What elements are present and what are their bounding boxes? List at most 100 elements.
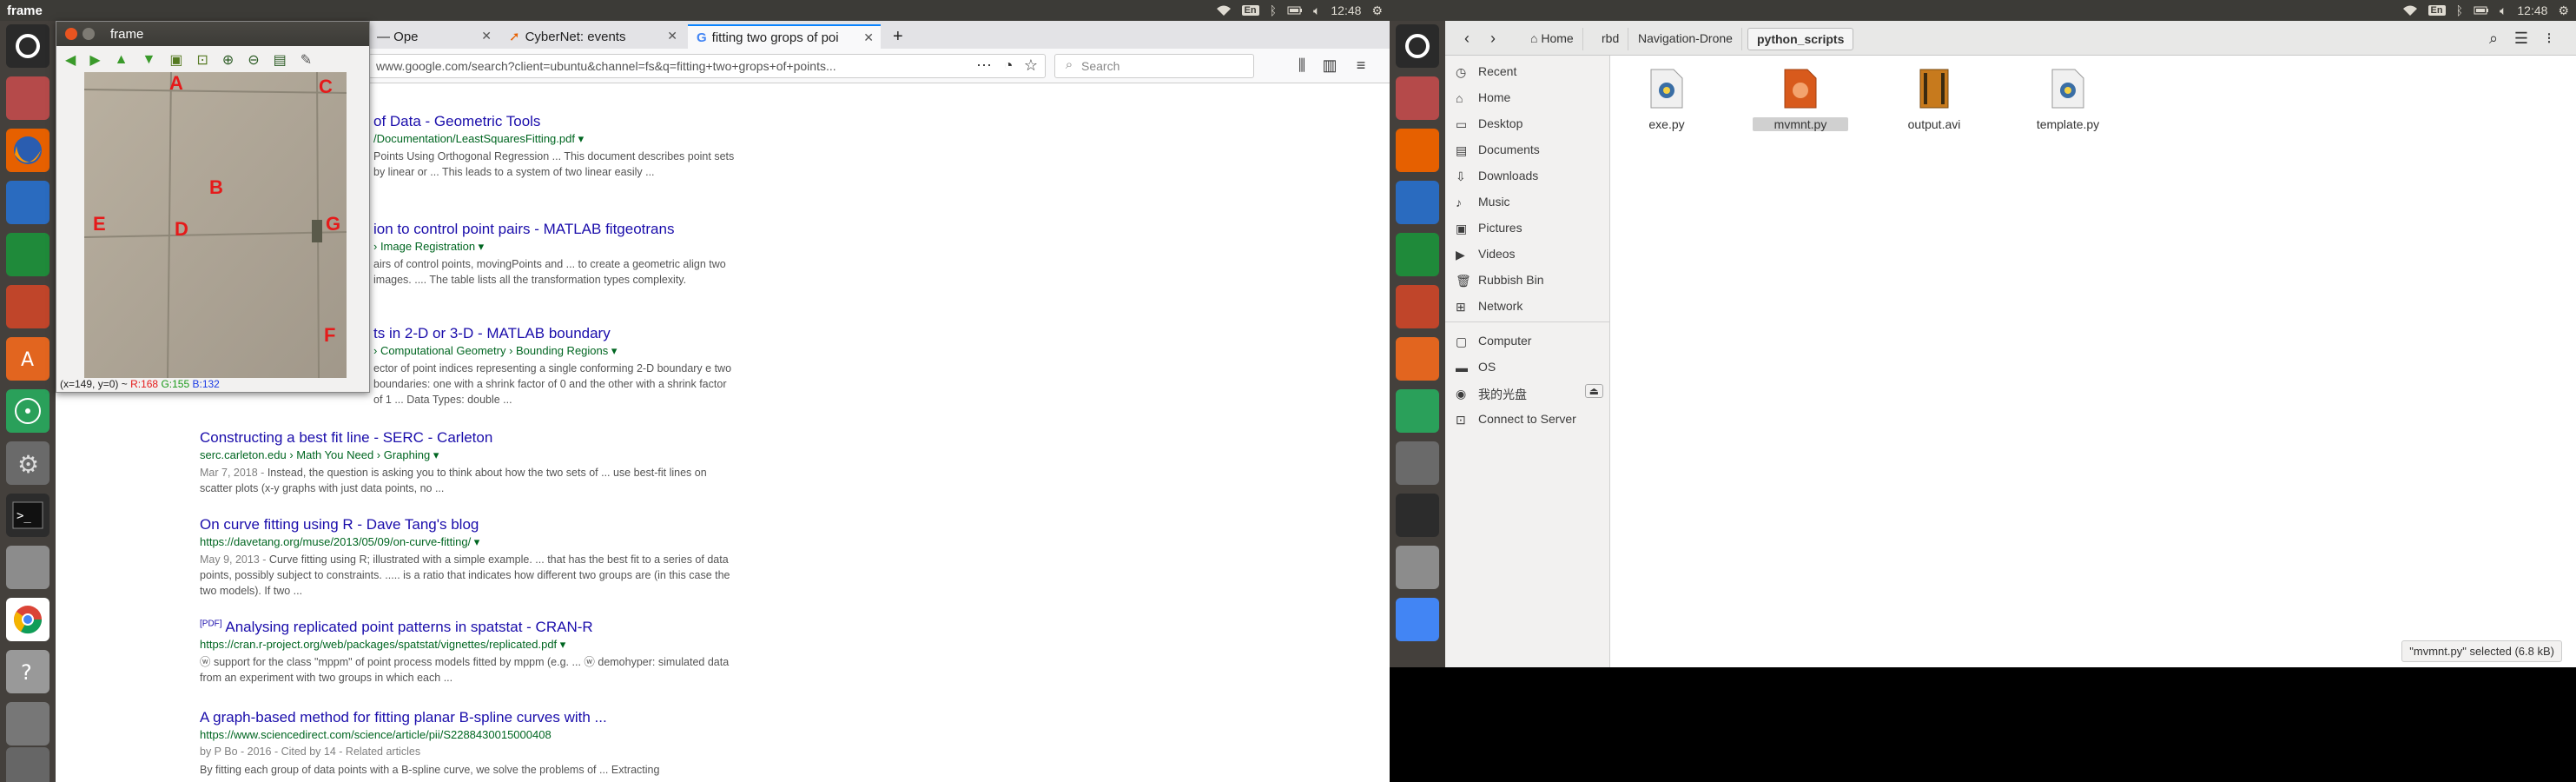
tab-1[interactable]: — Ope ✕ [368,24,499,49]
close-icon[interactable]: ✕ [481,29,492,43]
sidebar-item-recent[interactable]: ◷ Recent [1445,59,1610,83]
zoom-in-icon[interactable]: ⊕ [222,51,234,69]
bookmark-star-icon[interactable]: ☆ [1021,56,1040,75]
url-bar[interactable]: www.google.com/search?client=ubuntu&chan… [368,54,1046,78]
software-center-icon[interactable] [1396,337,1439,381]
search-input[interactable]: Search [1054,54,1254,78]
breadcrumb-rbd[interactable]: rbd [1593,28,1629,50]
atom-icon[interactable] [1396,389,1439,433]
impress-icon[interactable] [6,285,50,328]
chrome-icon[interactable] [1396,598,1439,641]
calc-icon[interactable] [1396,233,1439,276]
file-item[interactable]: exe.py [1619,68,1714,131]
settings-gear-icon[interactable]: ⚙ [1371,3,1383,18]
impress-icon[interactable] [1396,285,1439,328]
text-editor-icon[interactable] [6,546,50,589]
wifi-icon[interactable] [2402,4,2418,17]
terminal-icon[interactable] [1396,494,1439,537]
sidebar-item-os[interactable]: ▬ OS [1445,355,1610,379]
sidebar-item-desktop[interactable]: ▭ Desktop [1445,111,1610,136]
minimize-window-icon[interactable] [83,28,95,40]
bluetooth-icon[interactable]: ᛒ [1270,3,1277,17]
arrow-down-icon[interactable]: ▼ [142,52,155,68]
close-icon[interactable]: ✕ [667,29,677,43]
sidebar-item-downloads[interactable]: ⇩ Downloads [1445,163,1610,188]
battery-icon[interactable] [2474,4,2489,17]
back-icon[interactable]: ‹ [1457,29,1476,48]
volume-icon[interactable]: 🔈︎ [1313,3,1320,18]
wifi-icon[interactable] [1216,4,1232,17]
result-title[interactable]: of Data - Geometric Tools [373,113,964,130]
close-window-icon[interactable] [65,28,77,40]
breadcrumb-python-scripts[interactable]: python_scripts [1747,28,1854,50]
dash-icon[interactable] [1396,24,1439,68]
result-title[interactable]: On curve fitting using R - Dave Tang's b… [200,516,790,533]
forward-icon[interactable]: › [1483,29,1503,48]
sidebar-item-connect-server[interactable]: ⊡ Connect to Server [1445,407,1610,431]
system-settings-icon[interactable]: ⚙ [6,441,50,485]
sidebar-item-home[interactable]: ⌂ Home [1445,85,1610,109]
sidebar-item-documents[interactable]: ▤ Documents [1445,137,1610,162]
clock[interactable]: 12:48 [1331,3,1361,17]
zoom-out-icon[interactable]: ⊖ [248,51,259,69]
sidebar-item-rubbish-bin[interactable]: 🗑︎ Rubbish Bin [1445,268,1610,292]
keyboard-layout-indicator[interactable]: En [2427,5,2446,16]
properties-icon[interactable]: ✎ [301,51,312,69]
files-app-icon[interactable] [1396,76,1439,120]
close-icon[interactable]: ✕ [863,30,874,45]
result-title[interactable]: A graph-based method for fitting planar … [200,709,790,726]
arrow-up-icon[interactable]: ▲ [115,52,129,68]
settings-gear-icon[interactable]: ⚙ [2558,3,2569,18]
sidebar-item-network[interactable]: ⊞ Network [1445,294,1610,318]
drive-icon[interactable] [6,702,50,746]
sidebar-item-computer[interactable]: ▢ Computer [1445,328,1610,353]
tab-3-active[interactable]: G fitting two grops of poi ✕ [688,24,881,49]
new-tab-button[interactable]: + [888,24,910,49]
help-icon[interactable]: ? [6,650,50,693]
bluetooth-icon[interactable]: ᛒ [2456,3,2463,17]
eject-icon[interactable]: ⏏ [1584,384,1603,398]
frame-titlebar[interactable]: frame [56,22,369,46]
writer-icon[interactable] [6,181,50,224]
result-title[interactable]: Constructing a best fit line - SERC - Ca… [200,429,790,447]
result-title[interactable]: Analysing replicated point patterns in s… [225,619,592,635]
result-title[interactable]: ion to control point pairs - MATLAB fitg… [373,221,964,238]
result-url[interactable]: › Image Registration ▾ [373,240,964,254]
result-url[interactable]: https://cran.r-project.org/web/packages/… [200,638,790,652]
breadcrumb-navigation-drone[interactable]: Navigation-Drone [1629,28,1742,50]
tab-2[interactable]: ➚ CyberNet: events ✕ [500,24,684,49]
writer-icon[interactable] [1396,181,1439,224]
arrow-left-icon[interactable]: ◀ [65,51,76,69]
list-view-icon[interactable]: ☰ [2512,29,2531,48]
pocket-icon[interactable]: ◔ [999,56,1018,75]
chrome-icon[interactable] [6,598,50,641]
menu-icon[interactable]: ≡ [1351,56,1371,75]
page-actions-icon[interactable]: ⋯ [974,56,994,75]
search-icon[interactable]: ⌕ [2484,29,2503,48]
battery-icon[interactable] [1287,4,1303,17]
sidebar-item-music[interactable]: ♪ Music [1445,189,1610,214]
result-title[interactable]: ts in 2-D or 3-D - MATLAB boundary [373,325,964,342]
frame-image[interactable]: A B C D E F G [84,72,347,378]
calc-icon[interactable] [6,233,50,276]
image-icon[interactable]: ▣ [169,51,182,69]
library-icon[interactable]: ⫼ [1292,56,1311,75]
save-icon[interactable]: ▤ [274,51,287,69]
sidebar-item-videos[interactable]: ▶ Videos [1445,242,1610,266]
sidebar-item-pictures[interactable]: ▣ Pictures [1445,215,1610,240]
sidebar-item-disc[interactable]: ◉ 我的光盘 ⏏ [1445,381,1610,405]
dash-icon[interactable] [6,24,50,68]
system-settings-icon[interactable] [1396,441,1439,485]
result-url[interactable]: › Computational Geometry › Bounding Regi… [373,344,964,358]
clock[interactable]: 12:48 [2517,3,2547,17]
file-item[interactable]: template.py [2020,68,2116,131]
text-editor-icon[interactable] [1396,546,1439,589]
result-url[interactable]: serc.carleton.edu › Math You Need › Grap… [200,448,790,462]
file-item-selected[interactable]: mvmnt.py [1753,68,1848,131]
result-url[interactable]: /Documentation/LeastSquaresFitting.pdf ▾ [373,132,964,146]
result-url[interactable]: https://www.sciencedirect.com/science/ar… [200,728,790,741]
breadcrumb-home[interactable]: ⌂ Home [1522,28,1583,50]
volume-icon[interactable]: 🔈︎ [2500,3,2507,18]
terminal-icon[interactable]: >_ [6,494,50,537]
software-center-icon[interactable]: A [6,337,50,381]
